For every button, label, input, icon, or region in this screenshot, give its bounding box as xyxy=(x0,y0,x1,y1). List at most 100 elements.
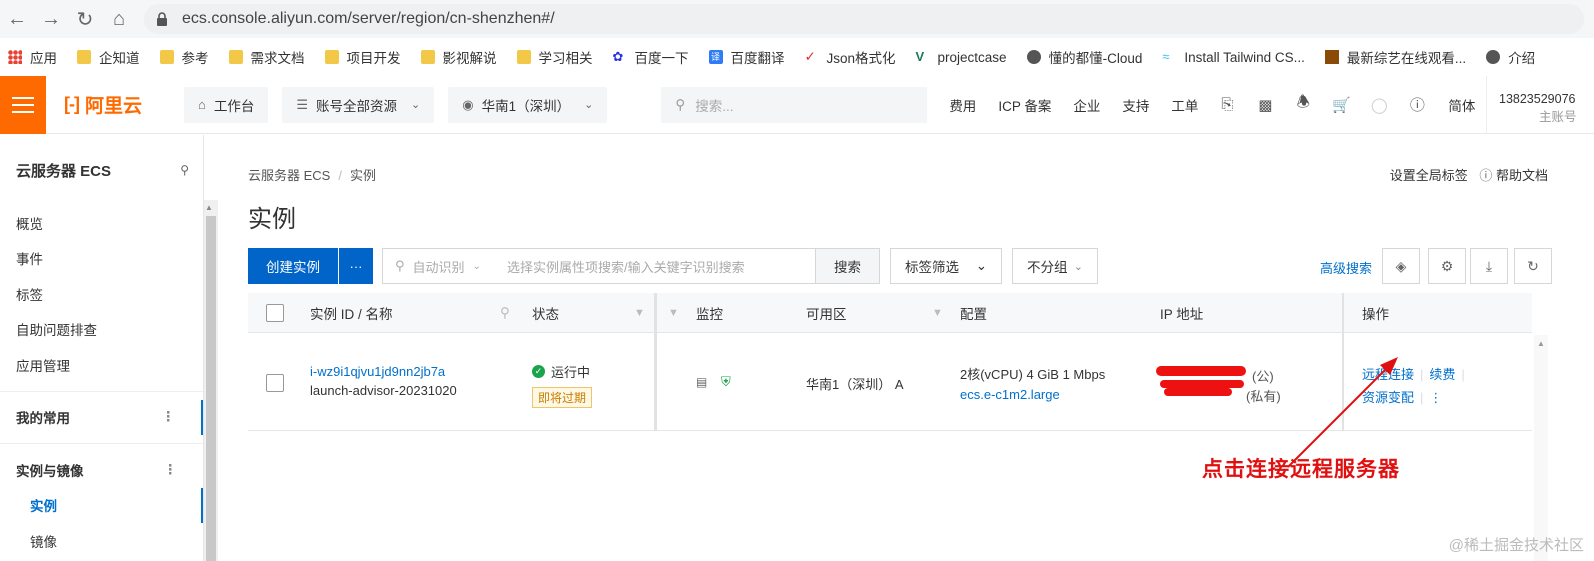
more-vertical-icon[interactable]: ⋮ xyxy=(164,462,178,478)
sidebar-group-instances-images[interactable]: 实例与镜像 ⋮ xyxy=(0,452,203,488)
select-all-checkbox[interactable] xyxy=(266,293,284,333)
nav-link-ticket[interactable]: 工单 xyxy=(1171,95,1198,115)
bookmark-item[interactable]: 参考 xyxy=(159,47,209,67)
bookmark-item[interactable]: 最新综艺在线观看... xyxy=(1324,47,1466,67)
terminal-icon[interactable]: ▩ xyxy=(1256,96,1274,114)
baidu-paw-icon: ✿ xyxy=(612,49,624,64)
sidebar-item-app-management[interactable]: 应用管理 xyxy=(0,347,203,383)
more-vertical-icon[interactable]: ⋮ xyxy=(162,409,176,425)
create-instance-button[interactable]: 创建实例 xyxy=(248,248,338,284)
video-site-icon xyxy=(1324,50,1339,64)
bookmark-item[interactable]: 影视解说 xyxy=(420,47,497,67)
row-checkbox[interactable] xyxy=(266,374,284,392)
cart-icon[interactable]: 🛒 xyxy=(1332,96,1351,114)
region-selector[interactable]: ◉ 华南1（深圳） ⌄ xyxy=(448,86,608,123)
page-title: 实例 xyxy=(248,206,296,233)
folder-icon xyxy=(159,50,174,64)
breadcrumb-root[interactable]: 云服务器 ECS xyxy=(248,168,330,183)
filter-icon[interactable]: ▼ xyxy=(668,293,679,333)
search-input[interactable]: 选择实例属性项搜索/输入关键字识别搜索 xyxy=(497,257,815,276)
sidebar-item-instances[interactable]: 实例 xyxy=(0,487,203,523)
scroll-up-icon[interactable]: ▲ xyxy=(205,203,213,212)
sidebar-title: 云服务器 ECS ⚲ xyxy=(16,162,189,180)
tag-filter-button[interactable]: 标签筛选 ⌄ xyxy=(890,248,1002,284)
search-icon: ⚲ xyxy=(675,96,686,112)
nav-link-enterprise[interactable]: 企业 xyxy=(1073,95,1100,115)
address-bar[interactable]: ecs.console.aliyun.com/server/region/cn-… xyxy=(144,4,1584,34)
chart-icon[interactable]: ▤ xyxy=(696,375,707,389)
sidebar-group-favorites[interactable]: 我的常用 ⋮ xyxy=(0,399,203,435)
bookmark-item[interactable]: Vprojectcase xyxy=(916,50,1007,65)
resource-selector[interactable]: ☰ 账号全部资源 ⌄ xyxy=(282,86,435,123)
nav-link-icp[interactable]: ICP 备案 xyxy=(998,95,1051,115)
table-scrollbar[interactable]: ▲ xyxy=(1534,335,1548,561)
refresh-icon[interactable]: ↻ xyxy=(1514,248,1552,284)
bookmark-apps[interactable]: 应用 xyxy=(8,47,57,67)
redaction-mark xyxy=(1156,366,1246,376)
menu-icon[interactable] xyxy=(0,75,46,134)
bookmark-item[interactable]: 企知道 xyxy=(77,47,140,67)
back-icon[interactable]: ← xyxy=(0,2,34,36)
nav-link-support[interactable]: 支持 xyxy=(1122,95,1149,115)
bookmark-item[interactable]: 学习相关 xyxy=(516,47,593,67)
column-header-actions: 操作 xyxy=(1362,307,1389,322)
bookmark-item[interactable]: ✓ Json格式化 xyxy=(805,47,896,67)
workbench-button[interactable]: ⌂ 工作台 xyxy=(184,86,269,123)
zone-cell: 华南1（深圳） A xyxy=(806,377,904,392)
main-content: 云服务器 ECS / 实例 设置全局标签 ⓘ 帮助文档 实例 创建实例 ··· ⚲ 自… xyxy=(220,135,1594,561)
redaction-mark xyxy=(1164,388,1232,396)
bookmark-item[interactable]: 项目开发 xyxy=(324,47,401,67)
help-doc-link[interactable]: 帮助文档 xyxy=(1496,168,1548,183)
global-search-input[interactable]: ⚲ 搜索... xyxy=(661,86,928,123)
settings-icon[interactable]: ⚙ xyxy=(1428,248,1466,284)
sidebar-item-images[interactable]: 镜像 xyxy=(0,523,203,559)
bookmark-item[interactable]: ≈ Install Tailwind CS... xyxy=(1162,50,1305,65)
scroll-up-icon[interactable]: ▲ xyxy=(1534,339,1548,348)
filter-icon[interactable]: ▼ xyxy=(634,293,645,333)
instance-type-link[interactable]: ecs.e-c1m2.large xyxy=(960,387,1105,402)
home-icon[interactable]: ⌂ xyxy=(102,2,136,36)
layers-icon[interactable]: ◈ xyxy=(1382,248,1420,284)
account-menu[interactable]: 13823529076 主账号 xyxy=(1486,76,1594,134)
globe-icon xyxy=(1486,50,1501,64)
filter-icon[interactable]: ▼ xyxy=(932,293,943,333)
search-icon[interactable]: ⚲ xyxy=(180,163,189,177)
bookmark-item[interactable]: 译百度翻译 xyxy=(708,47,785,67)
group-select[interactable]: 不分组 ⌄ xyxy=(1012,248,1098,284)
shield-check-icon[interactable]: ⛨ xyxy=(721,374,731,389)
code-icon[interactable]: ⎘ xyxy=(1218,96,1236,114)
renew-link[interactable]: 续费 xyxy=(1429,367,1455,382)
config-cell: 2核(vCPU) 4 GiB 1 Mbps ecs.e-c1m2.large xyxy=(960,364,1105,402)
more-vertical-icon[interactable]: ⋮ xyxy=(1429,390,1442,405)
bookmark-item[interactable]: 懂的都懂-Cloud xyxy=(1026,47,1142,67)
config-spec: 2核(vCPU) 4 GiB 1 Mbps xyxy=(960,367,1106,382)
chevron-down-icon: ⌄ xyxy=(411,99,421,111)
forward-icon[interactable]: → xyxy=(34,2,68,36)
sidebar-item-tags[interactable]: 标签 xyxy=(0,276,203,312)
nav-link-billing[interactable]: 费用 xyxy=(949,95,976,115)
lightbulb-icon[interactable]: ◯ xyxy=(1370,96,1388,114)
search-button[interactable]: 搜索 xyxy=(815,249,879,283)
help-icon[interactable]: ⓘ xyxy=(1408,96,1426,114)
folder-icon xyxy=(228,50,243,64)
sidebar-item-events[interactable]: 事件 xyxy=(0,241,203,277)
account-type: 主账号 xyxy=(1539,110,1577,124)
language-switch[interactable]: 简体 xyxy=(1448,95,1475,115)
global-tag-link[interactable]: 设置全局标签 xyxy=(1390,168,1468,183)
bookmark-item[interactable]: ✿ 百度一下 xyxy=(613,47,689,67)
aliyun-logo[interactable]: [-] 阿里云 xyxy=(46,91,176,118)
reload-icon[interactable]: ↻ xyxy=(68,2,102,36)
instance-id-link[interactable]: i-wz9i1qjvu1jd9nn2jb7a xyxy=(310,364,457,379)
bell-icon[interactable]: 🕭 xyxy=(1294,94,1312,114)
search-icon[interactable]: ⚲ xyxy=(500,293,510,333)
sidebar-item-overview[interactable]: 概览 xyxy=(0,205,203,241)
more-actions-button[interactable]: ··· xyxy=(339,248,373,284)
column-header-config: 配置 xyxy=(960,307,987,322)
download-icon[interactable]: ⤓ xyxy=(1470,248,1508,284)
sidebar-item-troubleshoot[interactable]: 自助问题排查 xyxy=(0,312,203,348)
search-type-select[interactable]: ⚲ 自动识别 ⌄ xyxy=(383,257,497,276)
advanced-search-link[interactable]: 高级搜索 xyxy=(1320,258,1372,277)
sidebar-scroll-thumb[interactable] xyxy=(206,216,216,561)
bookmark-item[interactable]: 需求文档 xyxy=(228,47,305,67)
bookmark-item[interactable]: 介绍 xyxy=(1486,47,1535,67)
